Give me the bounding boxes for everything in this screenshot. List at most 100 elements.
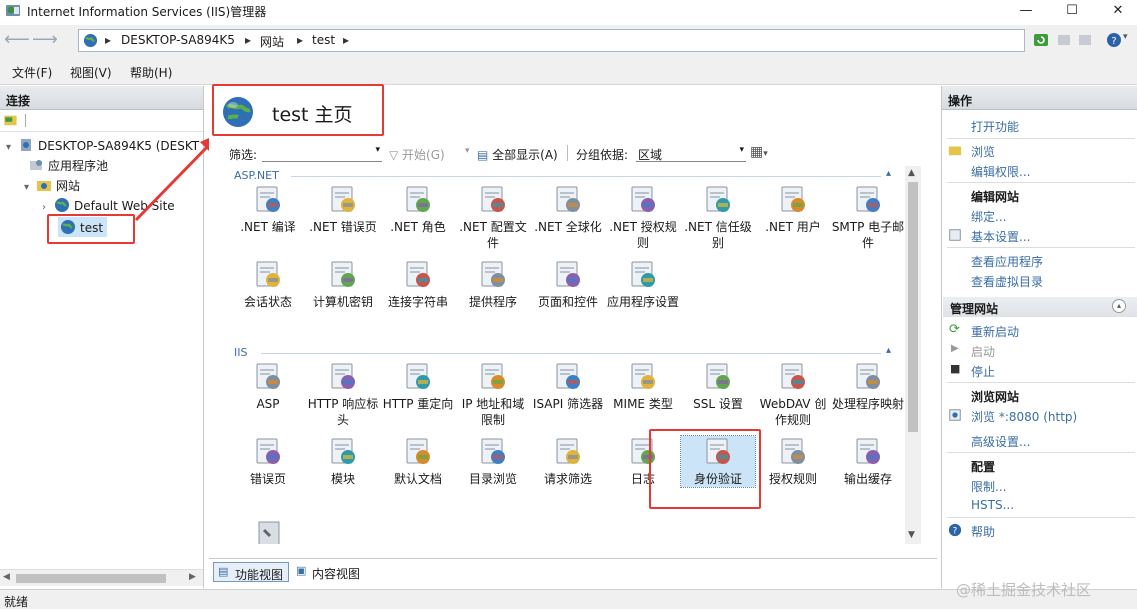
aspnet-feature-11[interactable]: 连接字符串 bbox=[381, 259, 455, 310]
iis-feature-4[interactable]: ISAPI 筛选器 bbox=[531, 361, 605, 412]
page-title: test 主页 bbox=[272, 104, 353, 126]
features-vscrollbar[interactable]: ▲ ▼ bbox=[905, 166, 921, 544]
aspnet-feature-icon bbox=[401, 184, 435, 216]
tree-node-app-pools[interactable]: 应用程序池 bbox=[28, 157, 108, 174]
scroll-down-icon[interactable]: ▼ bbox=[908, 530, 915, 540]
iis-feature-13[interactable]: 请求筛选 bbox=[531, 436, 605, 487]
action-limits[interactable]: 限制... bbox=[971, 478, 1006, 495]
iis-feature-0[interactable]: ASP bbox=[231, 361, 305, 412]
minimize-button[interactable]: — bbox=[1003, 0, 1049, 22]
tab-features-view[interactable]: ▤ 功能视图 bbox=[213, 562, 289, 582]
scroll-left-icon[interactable]: ◀ bbox=[3, 572, 10, 582]
action-view-applications[interactable]: 查看应用程序 bbox=[971, 253, 1043, 270]
action-browse-port[interactable]: 浏览 *:8080 (http) bbox=[971, 408, 1077, 425]
crumb-server[interactable]: DESKTOP-SA894K5 bbox=[121, 33, 235, 47]
iis-feature-11[interactable]: 默认文档 bbox=[381, 436, 455, 487]
hscroll-thumb[interactable] bbox=[16, 574, 166, 583]
iis-feature-icon bbox=[326, 436, 360, 468]
group-by-select[interactable]: 区域 ▾ bbox=[636, 143, 746, 162]
action-bindings[interactable]: 绑定... bbox=[971, 208, 1006, 225]
collapse-iis-icon[interactable]: ▴ bbox=[886, 345, 891, 356]
tree-node-sites[interactable]: ▾ 网站 bbox=[24, 177, 80, 194]
iis-feature-17[interactable]: 输出缓存 bbox=[831, 436, 905, 487]
aspnet-feature-14[interactable]: 应用程序设置 bbox=[606, 259, 680, 310]
iis-feature-1[interactable]: HTTP 响应标头 bbox=[306, 361, 380, 428]
aspnet-feature-10[interactable]: 计算机密钥 bbox=[306, 259, 380, 310]
aspnet-feature-icon bbox=[626, 184, 660, 216]
show-all-button[interactable]: ▤ 全部显示(A) bbox=[477, 146, 558, 163]
action-stop[interactable]: 停止 bbox=[971, 363, 995, 380]
url-rewrite-icon[interactable] bbox=[256, 520, 284, 544]
help-dropdown-icon[interactable]: ▾ bbox=[1123, 32, 1128, 42]
home-icon[interactable] bbox=[1077, 32, 1093, 48]
menu-view[interactable]: 视图(V) bbox=[70, 64, 112, 81]
maximize-button[interactable]: ☐ bbox=[1049, 0, 1095, 22]
menu-help[interactable]: 帮助(H) bbox=[130, 64, 172, 81]
section-config: 配置 bbox=[971, 460, 996, 474]
help-icon[interactable]: ? bbox=[1106, 32, 1122, 48]
address-bar[interactable]: ▸ DESKTOP-SA894K5 ▸ 网站 ▸ test ▸ bbox=[78, 29, 1025, 52]
iis-feature-2[interactable]: HTTP 重定向 bbox=[381, 361, 455, 412]
iis-feature-12[interactable]: 目录浏览 bbox=[456, 436, 530, 487]
iis-feature-3[interactable]: IP 地址和域限制 bbox=[456, 361, 530, 428]
iis-feature-7[interactable]: WebDAV 创作规则 bbox=[756, 361, 830, 428]
iis-feature-9[interactable]: 错误页 bbox=[231, 436, 305, 487]
aspnet-feature-3[interactable]: .NET 配置文件 bbox=[456, 184, 530, 251]
iis-feature-8[interactable]: 处理程序映射 bbox=[831, 361, 905, 412]
aspnet-feature-4[interactable]: .NET 全球化 bbox=[531, 184, 605, 235]
forward-button[interactable]: ⟶ bbox=[32, 30, 58, 52]
back-button[interactable]: ⟵ bbox=[4, 30, 30, 52]
crumb-test[interactable]: test bbox=[312, 33, 335, 47]
action-open-feature[interactable]: 打开功能 bbox=[971, 118, 1019, 135]
vscroll-thumb[interactable] bbox=[908, 182, 918, 432]
crumb-sites[interactable]: 网站 bbox=[260, 33, 284, 50]
feature-label: HTTP 重定向 bbox=[382, 397, 454, 411]
tab-content-view[interactable]: ▣ 内容视图 bbox=[293, 562, 369, 582]
aspnet-feature-5[interactable]: .NET 授权规则 bbox=[606, 184, 680, 251]
aspnet-feature-0[interactable]: .NET 编译 bbox=[231, 184, 305, 235]
start-dropdown-icon[interactable]: ▾ bbox=[465, 146, 470, 156]
iis-feature-16[interactable]: 授权规则 bbox=[756, 436, 830, 487]
feature-label: 请求筛选 bbox=[543, 472, 592, 486]
action-hsts[interactable]: HSTS... bbox=[971, 498, 1014, 512]
aspnet-feature-12[interactable]: 提供程序 bbox=[456, 259, 530, 310]
scroll-up-icon[interactable]: ▲ bbox=[908, 168, 915, 178]
group-divider bbox=[291, 176, 881, 177]
tree-node-test[interactable]: test bbox=[58, 217, 108, 237]
filter-input[interactable]: ▾ bbox=[262, 143, 382, 162]
scroll-right-icon[interactable]: ▶ bbox=[189, 572, 196, 582]
collapse-manage-icon[interactable]: ▴ bbox=[1112, 299, 1126, 313]
action-start[interactable]: 启动 bbox=[971, 343, 995, 360]
aspnet-feature-9[interactable]: 会话状态 bbox=[231, 259, 305, 310]
start-filter-button[interactable]: ▽ 开始(G) bbox=[389, 146, 445, 163]
aspnet-feature-13[interactable]: 页面和控件 bbox=[531, 259, 605, 310]
stop-icon[interactable] bbox=[1056, 32, 1072, 48]
tree-hscrollbar[interactable]: ◀ ▶ bbox=[0, 569, 203, 586]
browse-folder-icon bbox=[948, 146, 962, 156]
aspnet-feature-icon bbox=[476, 184, 510, 216]
action-restart[interactable]: 重新启动 bbox=[971, 323, 1019, 340]
refresh-icon[interactable] bbox=[1033, 32, 1049, 48]
iis-feature-6[interactable]: SSL 设置 bbox=[681, 361, 755, 412]
action-basic-settings[interactable]: 基本设置... bbox=[971, 228, 1030, 245]
aspnet-feature-2[interactable]: .NET 角色 bbox=[381, 184, 455, 235]
feature-label: HTTP 响应标头 bbox=[307, 397, 379, 427]
action-view-virtual-dirs[interactable]: 查看虚拟目录 bbox=[971, 273, 1043, 290]
iis-feature-10[interactable]: 模块 bbox=[306, 436, 380, 487]
action-browse[interactable]: 浏览 bbox=[971, 143, 995, 160]
aspnet-feature-8[interactable]: SMTP 电子邮件 bbox=[831, 184, 905, 251]
aspnet-feature-1[interactable]: .NET 错误页 bbox=[306, 184, 380, 235]
aspnet-feature-6[interactable]: .NET 信任级别 bbox=[681, 184, 755, 251]
close-button[interactable]: ✕ bbox=[1095, 0, 1137, 22]
action-edit-permissions[interactable]: 编辑权限... bbox=[971, 163, 1030, 180]
new-connection-icon[interactable] bbox=[3, 113, 18, 127]
collapse-aspnet-icon[interactable]: ▴ bbox=[886, 168, 891, 179]
action-help[interactable]: 帮助 bbox=[971, 523, 995, 540]
iis-feature-5[interactable]: MIME 类型 bbox=[606, 361, 680, 412]
view-mode-icon[interactable]: ▦▾ bbox=[750, 144, 768, 160]
filter-dropdown-icon[interactable]: ▾ bbox=[375, 145, 380, 155]
features-pane: test 主页 筛选: ▾ ▽ 开始(G) ▾ ▤ 全部显示(A) 分组依据: … bbox=[209, 84, 937, 588]
action-advanced-settings[interactable]: 高级设置... bbox=[971, 433, 1030, 450]
aspnet-feature-7[interactable]: .NET 用户 bbox=[756, 184, 830, 235]
menu-file[interactable]: 文件(F) bbox=[12, 64, 52, 81]
